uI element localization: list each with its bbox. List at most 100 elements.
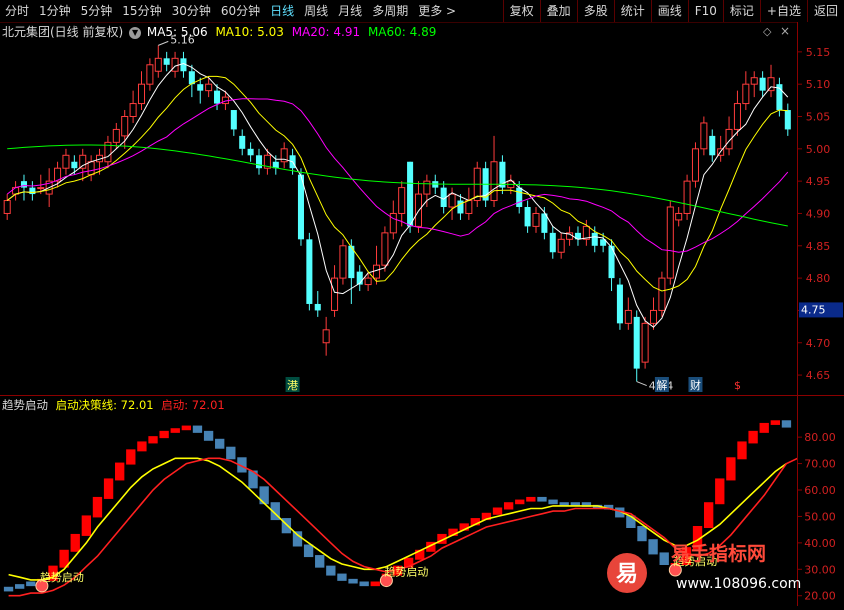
toolbar-button-4[interactable]: 画线: [650, 0, 688, 22]
tab-period-5[interactable]: 60分钟: [216, 0, 265, 22]
candle[interactable]: [171, 51, 179, 78]
candle[interactable]: [398, 181, 406, 227]
candle[interactable]: [675, 207, 683, 227]
toolbar-button-5[interactable]: F10: [687, 0, 723, 22]
candle-body: [633, 316, 640, 369]
event-marker[interactable]: 财: [688, 377, 703, 392]
candle[interactable]: [742, 71, 750, 111]
candle[interactable]: [465, 187, 473, 220]
price-tick-label: 5.15: [806, 46, 831, 59]
candle[interactable]: [725, 116, 733, 156]
candle[interactable]: [146, 58, 154, 91]
candle[interactable]: [574, 226, 581, 246]
candle[interactable]: [767, 64, 775, 98]
histogram-bar: [192, 425, 203, 433]
tab-period-10[interactable]: 更多 >: [413, 0, 461, 22]
candle[interactable]: [683, 174, 691, 220]
candle-body: [197, 84, 204, 91]
event-marker[interactable]: 港: [285, 377, 300, 392]
candle[interactable]: [62, 148, 70, 175]
candle[interactable]: [314, 291, 321, 317]
toolbar-button-3[interactable]: 统计: [613, 0, 651, 22]
candle[interactable]: [197, 77, 204, 104]
candle[interactable]: [414, 181, 423, 233]
candle[interactable]: [633, 310, 640, 382]
candle[interactable]: [297, 168, 304, 246]
candle[interactable]: [322, 316, 330, 356]
candle[interactable]: [87, 155, 95, 182]
toolbar-button-2[interactable]: 多股: [576, 0, 614, 22]
candle[interactable]: [112, 122, 120, 149]
toolbar-button-0[interactable]: 复权: [502, 0, 540, 22]
tab-period-3[interactable]: 15分钟: [117, 0, 166, 22]
candle[interactable]: [255, 148, 263, 175]
candle[interactable]: [641, 316, 649, 369]
candle[interactable]: [784, 103, 791, 136]
candle[interactable]: [339, 239, 347, 285]
candle[interactable]: [280, 142, 288, 169]
event-marker-label: 港: [287, 379, 298, 392]
candle[interactable]: [230, 110, 237, 136]
toolbar-button-7[interactable]: +自选: [759, 0, 807, 22]
candle-body: [700, 122, 708, 150]
watermark-logo: 易 易手指标网 www.108096.com: [607, 542, 801, 593]
candle[interactable]: [691, 142, 699, 188]
candle[interactable]: [247, 142, 254, 162]
candle[interactable]: [709, 129, 716, 162]
candle[interactable]: [306, 232, 313, 311]
tab-period-0[interactable]: 分时: [0, 0, 34, 22]
candle[interactable]: [272, 155, 279, 175]
watermark-url: www.108096.com: [676, 576, 801, 592]
candle[interactable]: [104, 135, 112, 169]
toolbar-button-1[interactable]: 叠加: [539, 0, 577, 22]
candle[interactable]: [423, 174, 431, 207]
candle[interactable]: [29, 181, 36, 201]
candle[interactable]: [239, 129, 246, 156]
tab-period-4[interactable]: 30分钟: [167, 0, 216, 22]
candle[interactable]: [3, 194, 11, 220]
candle[interactable]: [666, 200, 674, 285]
candle[interactable]: [566, 226, 574, 246]
candle[interactable]: [356, 265, 363, 292]
tab-period-8[interactable]: 月线: [333, 0, 367, 22]
ma5-line: [6, 62, 789, 328]
candle[interactable]: [12, 181, 20, 201]
candle[interactable]: [759, 71, 766, 98]
histogram-bar: [203, 430, 214, 441]
tab-period-9[interactable]: 多周期: [367, 0, 413, 22]
candle[interactable]: [733, 90, 741, 136]
candle[interactable]: [499, 155, 506, 195]
candle[interactable]: [658, 271, 666, 317]
tab-period-6[interactable]: 日线: [265, 0, 299, 22]
candle[interactable]: [700, 116, 708, 156]
candle[interactable]: [624, 297, 632, 330]
candle[interactable]: [163, 51, 170, 72]
histogram-bar: [315, 555, 325, 568]
event-marker[interactable]: 解: [654, 377, 669, 392]
candle[interactable]: [557, 232, 565, 259]
tab-period-7[interactable]: 周线: [299, 0, 333, 22]
candle[interactable]: [524, 200, 531, 233]
signal-marker[interactable]: 趋势启动: [379, 566, 428, 588]
candle[interactable]: [137, 71, 146, 111]
event-marker[interactable]: $: [730, 377, 745, 392]
candle[interactable]: [129, 90, 137, 123]
candle[interactable]: [750, 71, 758, 98]
tab-period-1[interactable]: 1分钟: [34, 0, 76, 22]
tab-period-2[interactable]: 5分钟: [76, 0, 118, 22]
candle[interactable]: [616, 278, 623, 330]
candle[interactable]: [154, 45, 162, 78]
signal-marker[interactable]: 趋势启动: [35, 571, 84, 593]
candle[interactable]: [532, 207, 540, 233]
candle-body: [247, 148, 254, 156]
candle[interactable]: [20, 174, 28, 201]
toolbar-button-6[interactable]: 标记: [722, 0, 760, 22]
candle[interactable]: [389, 200, 397, 240]
current-price-label: 4.75: [801, 303, 826, 316]
toolbar-button-8[interactable]: 返回: [806, 0, 844, 22]
candle[interactable]: [348, 239, 355, 304]
candle[interactable]: [188, 64, 195, 98]
price-chart[interactable]: 5.164.64港解财$: [0, 22, 798, 395]
candle[interactable]: [549, 226, 556, 259]
candle[interactable]: [490, 135, 498, 207]
